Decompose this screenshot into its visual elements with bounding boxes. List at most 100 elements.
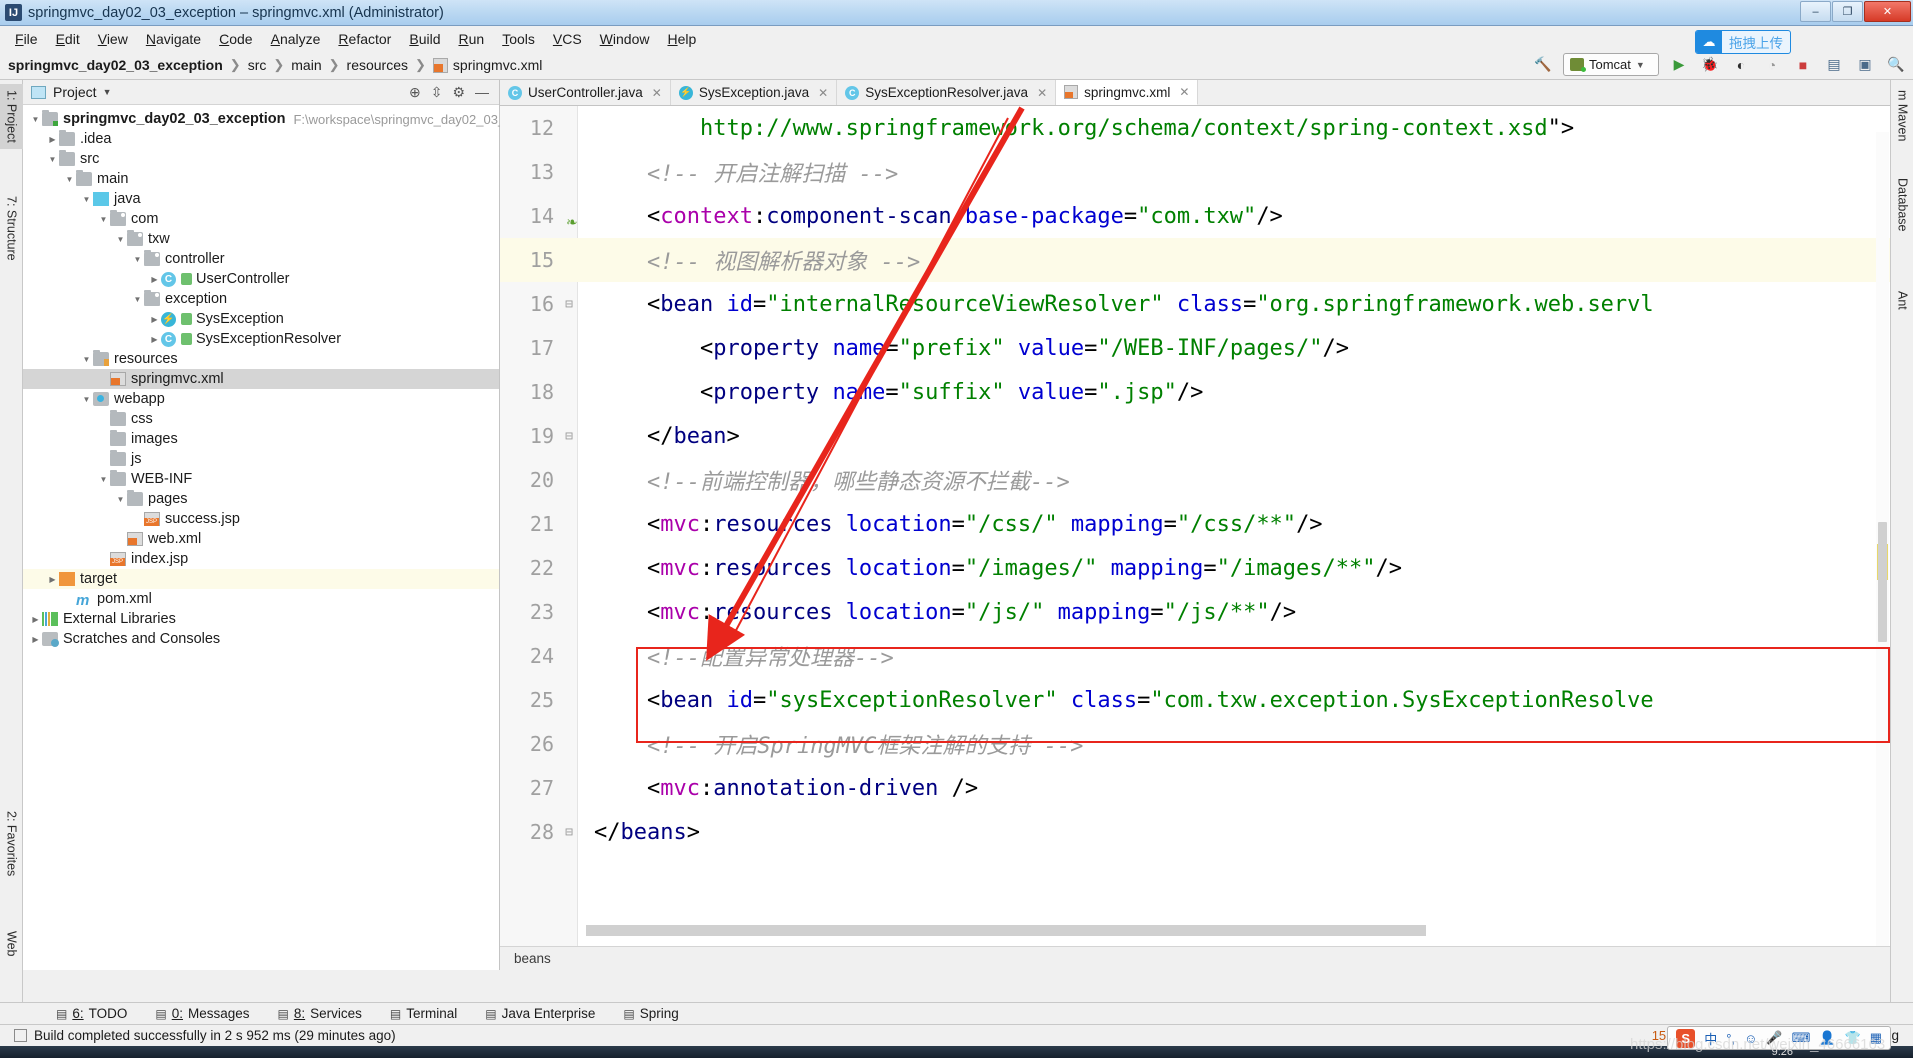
chevron-down-icon[interactable]: ▼ [114,235,127,244]
code-fold-toggle[interactable]: ⊟ [560,297,578,312]
code-line-17[interactable]: 17 <property name="prefix" value="/WEB-I… [500,326,1890,370]
menu-item-analyze[interactable]: Analyze [262,29,330,49]
tool-window-messages[interactable]: ▤ 0: Messages [155,1006,249,1021]
tree-node-com[interactable]: ▼ com [23,209,499,229]
run-configuration-selector[interactable]: Tomcat ▼ [1563,53,1659,76]
tree-node-src[interactable]: ▼ src [23,149,499,169]
bean-icon[interactable]: ❧ [567,212,577,232]
chevron-down-icon[interactable]: ▼ [131,255,144,264]
tree-node-scratches-and-consoles[interactable]: ▶ Scratches and Consoles [23,629,499,649]
chevron-down-icon[interactable]: ▼ [97,215,110,224]
chevron-down-icon[interactable]: ▼ [80,395,93,404]
chevron-right-icon[interactable]: ▶ [148,315,161,324]
hscrollbar-thumb[interactable] [586,925,1426,936]
breadcrumb-item-2[interactable]: main [291,57,321,73]
tree-node-webapp[interactable]: ▼ webapp [23,389,499,409]
chevron-down-icon[interactable]: ▼ [46,155,59,164]
menu-item-window[interactable]: Window [591,29,659,49]
breadcrumb-item-1[interactable]: src [248,57,267,73]
menu-item-edit[interactable]: Edit [47,29,89,49]
tree-node-images[interactable]: · images [23,429,499,449]
chevron-right-icon[interactable]: ▶ [29,635,42,644]
tool-window-button-maven[interactable]: m Maven [1891,84,1913,147]
chevron-right-icon[interactable]: ▶ [46,575,59,584]
code-line-19[interactable]: 19 ⊟ </bean> [500,414,1890,458]
chevron-right-icon[interactable]: ▶ [29,615,42,624]
tree-node-usercontroller[interactable]: ▶ C UserController [23,269,499,289]
tree-node-springmvc-day02-03-exception[interactable]: ▼ springmvc_day02_03_exception F:\workspac… [23,109,533,129]
tree-node-pom-xml[interactable]: ·m pom.xml [23,589,499,609]
code-line-16[interactable]: 16 ⊟ <bean id="internalResourceViewResolv… [500,282,1890,326]
close-icon[interactable]: ✕ [1179,85,1189,99]
tool-window-button-database[interactable]: Database [1891,172,1913,238]
code-line-20[interactable]: 20 <!--前端控制器，哪些静态资源不拦截--> [500,458,1890,502]
chevron-right-icon[interactable]: ▶ [148,275,161,284]
tree-node-exception[interactable]: ▼ exception [23,289,499,309]
menu-item-file[interactable]: File [6,29,47,49]
tree-node-java[interactable]: ▼ java [23,189,499,209]
code-line-24[interactable]: 24 <!--配置异常处理器--> [500,634,1890,678]
close-button[interactable]: ✕ [1864,1,1911,22]
debug-icon[interactable]: 🐞 [1699,54,1721,76]
breadcrumb-item-0[interactable]: springmvc_day02_03_exception [8,57,223,73]
code-line-13[interactable]: 13 <!-- 开启注解扫描 --> [500,150,1890,194]
minimize-button[interactable]: – [1800,1,1831,22]
tree-node-target[interactable]: ▶ target [23,569,499,589]
run-icon[interactable]: ▶ [1668,54,1690,76]
chevron-down-icon[interactable]: ▼ [97,475,110,484]
code-line-18[interactable]: 18 <property name="suffix" value=".jsp"/… [500,370,1890,414]
stop-icon[interactable]: ■ [1792,54,1814,76]
code-fold-toggle[interactable]: ⊟ [560,429,578,444]
tree-node-success-jsp[interactable]: · success.jsp [23,509,499,529]
tool-window-button-project[interactable]: 1: Project [0,84,23,149]
editor-horizontal-scrollbar[interactable] [586,925,1426,936]
tool-window-todo[interactable]: ▤ 6: TODO [56,1006,127,1021]
tree-node-index-jsp[interactable]: · index.jsp [23,549,499,569]
code-line-26[interactable]: 26 <!-- 开启SpringMVC框架注解的支持 --> [500,722,1890,766]
select-in-icon[interactable]: ▣ [1854,54,1876,76]
tool-window-button-structure[interactable]: 7: Structure [0,190,23,267]
close-icon[interactable]: ✕ [818,86,828,100]
run-with-coverage-icon[interactable]: ◐ [1730,54,1752,76]
code-line-14[interactable]: 14 ❧ <context:component-scan base-package… [500,194,1890,238]
code-line-27[interactable]: 27 <mvc:annotation-driven /> [500,766,1890,810]
code-line-23[interactable]: 23 <mvc:resources location="/js/" mappin… [500,590,1890,634]
chevron-down-icon[interactable]: ▼ [114,495,127,504]
tree-node-sysexceptionresolver[interactable]: ▶ C SysExceptionResolver [23,329,499,349]
code-line-15[interactable]: 15 <!-- 视图解析器对象 --> [500,238,1890,282]
tool-window-java-enterprise[interactable]: ▤ Java Enterprise [485,1006,595,1021]
tool-window-button-ant[interactable]: Ant [1891,285,1913,316]
chevron-down-icon[interactable]: ▼ [63,175,76,184]
tree-node-main[interactable]: ▼ main [23,169,499,189]
build-icon[interactable]: 🔨 [1532,54,1554,76]
code-line-12[interactable]: 12 http://www.springframework.org/schema… [500,106,1890,150]
editor-tab-sysexceptionresolver-java[interactable]: C SysExceptionResolver.java ✕ [837,80,1057,105]
chevron-down-icon[interactable]: ▼ [80,195,93,204]
scrollbar-thumb[interactable] [1878,522,1887,642]
tree-node-web-xml[interactable]: · web.xml [23,529,499,549]
profile-icon[interactable]: ◔ [1761,54,1783,76]
tree-node-sysexception[interactable]: ▶ ⚡ SysException [23,309,499,329]
chevron-right-icon[interactable]: ▶ [148,335,161,344]
menu-item-tools[interactable]: Tools [493,29,544,49]
tool-window-spring[interactable]: ▤ Spring [623,1006,678,1021]
locate-icon[interactable]: ⊕ [409,84,421,101]
code-fold-toggle[interactable]: ⊟ [560,825,578,840]
tree-node--idea[interactable]: ▶ .idea [23,129,499,149]
tree-node-controller[interactable]: ▼ controller [23,249,499,269]
editor-tab-sysexception-java[interactable]: ⚡ SysException.java ✕ [670,80,838,105]
tool-window-button-favorites[interactable]: 2: Favorites [0,805,23,882]
menu-item-code[interactable]: Code [210,29,261,49]
menu-item-build[interactable]: Build [400,29,449,49]
search-everywhere-icon[interactable]: 🔍 [1885,54,1907,76]
chevron-down-icon[interactable]: ▼ [131,295,144,304]
menu-item-refactor[interactable]: Refactor [329,29,400,49]
chevron-down-icon[interactable]: ▼ [103,87,112,97]
settings-gear-icon[interactable]: ⚙ [452,84,465,101]
menu-item-navigate[interactable]: Navigate [137,29,210,49]
chevron-down-icon[interactable]: ▼ [29,115,42,124]
code-line-25[interactable]: 25 <bean id="sysExceptionResolver" class… [500,678,1890,722]
tree-node-txw[interactable]: ▼ txw [23,229,499,249]
close-icon[interactable]: ✕ [652,86,662,100]
tree-node-web-inf[interactable]: ▼ WEB-INF [23,469,499,489]
